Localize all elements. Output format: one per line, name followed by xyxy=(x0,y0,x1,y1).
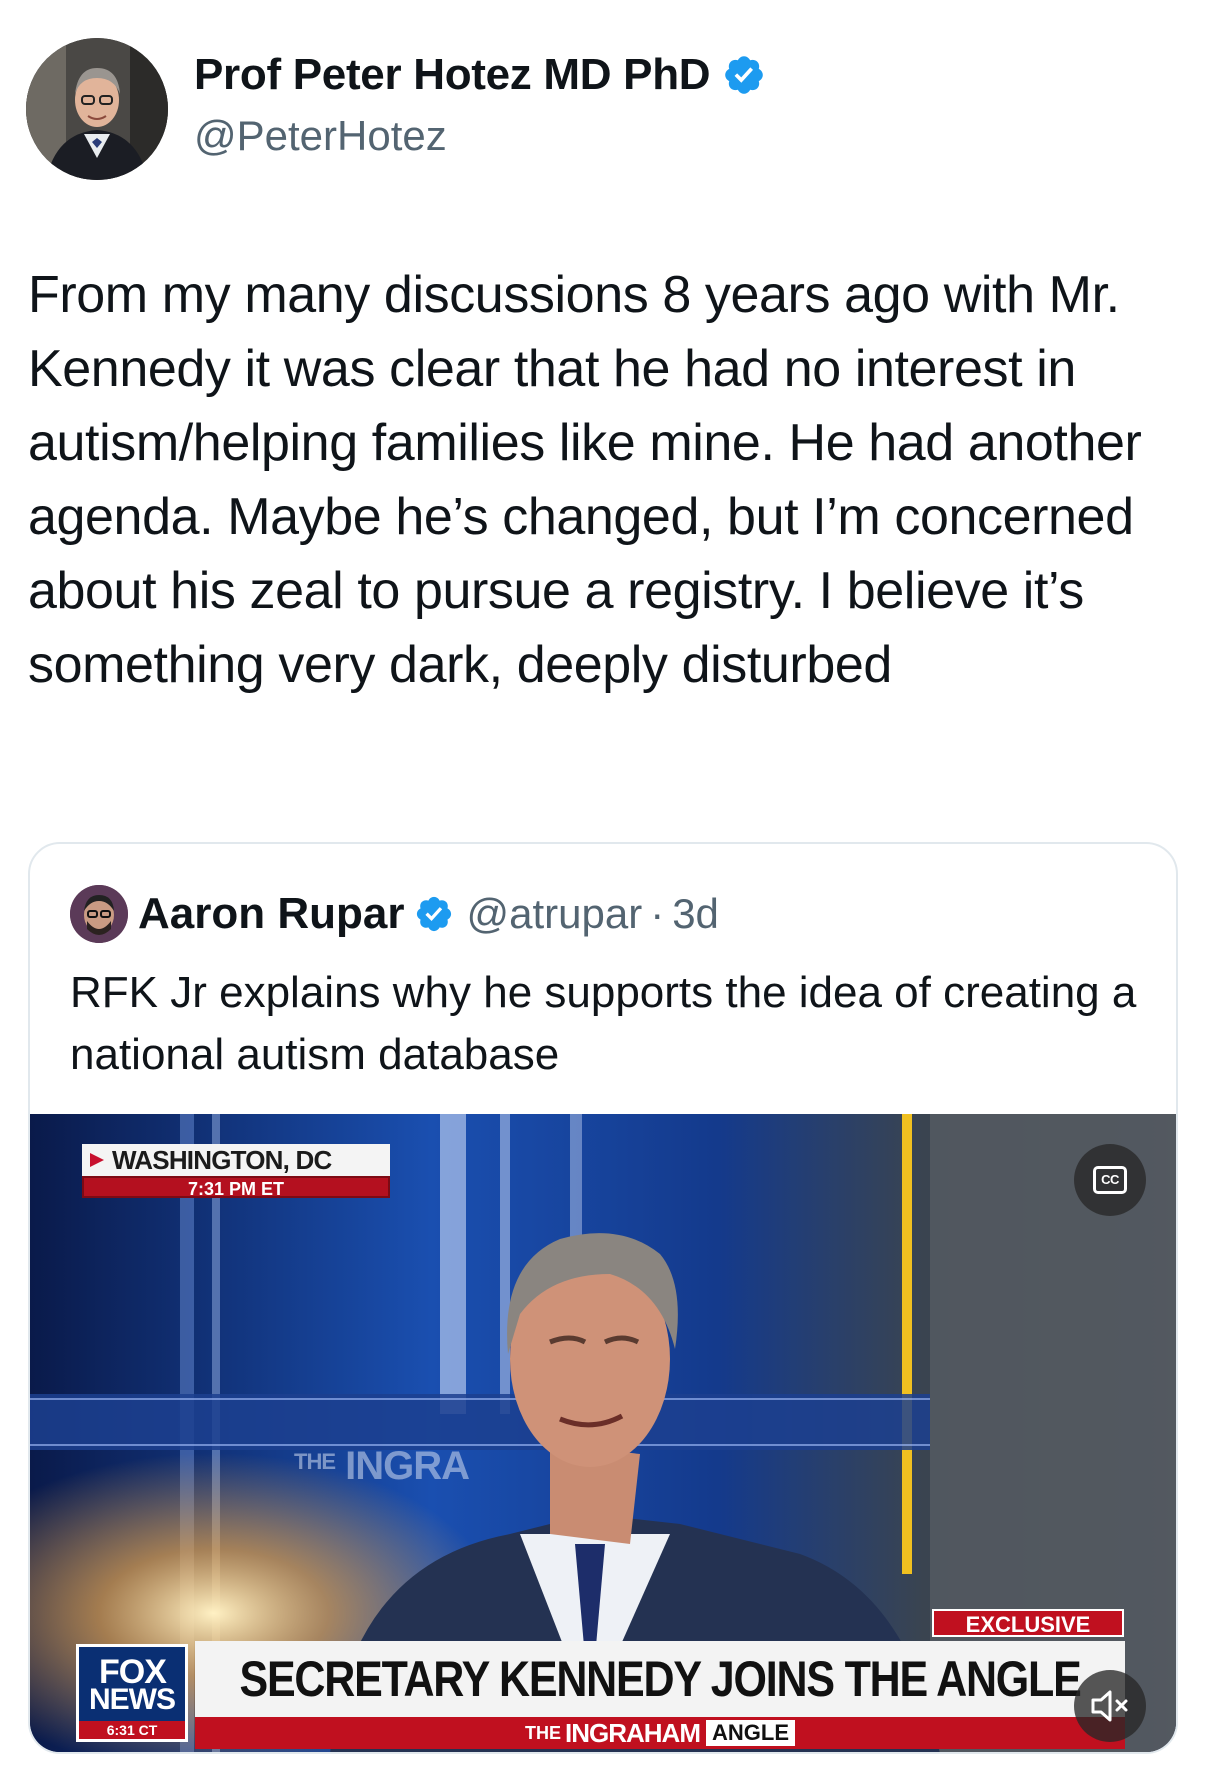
show-name-label: INGRAHAM xyxy=(565,1717,701,1748)
quoted-tweet-time[interactable]: 3d xyxy=(672,890,719,938)
local-time-label: 7:31 PM ET xyxy=(82,1176,390,1199)
tweet-text: From my many discussions 8 years ago wit… xyxy=(28,266,1142,694)
quoted-tweet[interactable]: Aaron Rupar @atrupar · 3d RFK Jr explain… xyxy=(28,842,1178,1754)
tweet-header: Prof Peter Hotez MD PhD @PeterHotez xyxy=(26,38,1176,182)
captions-icon: CC xyxy=(1093,1166,1127,1194)
location-lower-third: WASHINGTON, DC 7:31 PM ET xyxy=(82,1144,390,1200)
network-logo: FOX NEWS 6:31 CT xyxy=(76,1644,188,1742)
headline-text: SECRETARY KENNEDY JOINS THE ANGLE xyxy=(239,1651,1081,1707)
headline-chyron: SECRETARY KENNEDY JOINS THE ANGLE xyxy=(195,1641,1125,1717)
video-player[interactable]: WASHINGTON, DC 7:31 PM ET CC THE INGRA E… xyxy=(30,1114,1176,1752)
show-angle-label: ANGLE xyxy=(706,1720,795,1746)
quoted-author-handle[interactable]: @atrupar xyxy=(466,890,642,938)
author-handle[interactable]: @PeterHotez xyxy=(194,112,447,160)
verified-badge-icon xyxy=(414,894,454,934)
show-name-bar: THE INGRAHAM ANGLE xyxy=(195,1717,1125,1749)
quoted-tweet-header: Aaron Rupar @atrupar · 3d xyxy=(70,884,719,944)
network-time-label: 6:31 CT xyxy=(79,1721,185,1739)
author-name[interactable]: Prof Peter Hotez MD PhD xyxy=(194,50,711,100)
quoted-author-name[interactable]: Aaron Rupar xyxy=(138,889,404,939)
location-label: WASHINGTON, DC xyxy=(112,1145,332,1175)
verified-badge-icon xyxy=(722,53,766,97)
speaker-muted-icon xyxy=(1091,1690,1128,1722)
author-name-row: Prof Peter Hotez MD PhD xyxy=(194,50,766,100)
quoted-author-avatar[interactable] xyxy=(70,885,128,943)
mute-button[interactable] xyxy=(1074,1670,1146,1742)
quoted-tweet-text: RFK Jr explains why he supports the idea… xyxy=(70,968,1137,1079)
separator-dot: · xyxy=(650,890,665,937)
studio-backdrop-text: THE INGRA xyxy=(294,1444,470,1488)
captions-button[interactable]: CC xyxy=(1074,1144,1146,1216)
play-triangle-icon xyxy=(90,1153,104,1167)
author-avatar[interactable] xyxy=(26,38,168,180)
show-the-label: THE xyxy=(525,1722,561,1743)
exclusive-label: EXCLUSIVE xyxy=(932,1609,1124,1637)
